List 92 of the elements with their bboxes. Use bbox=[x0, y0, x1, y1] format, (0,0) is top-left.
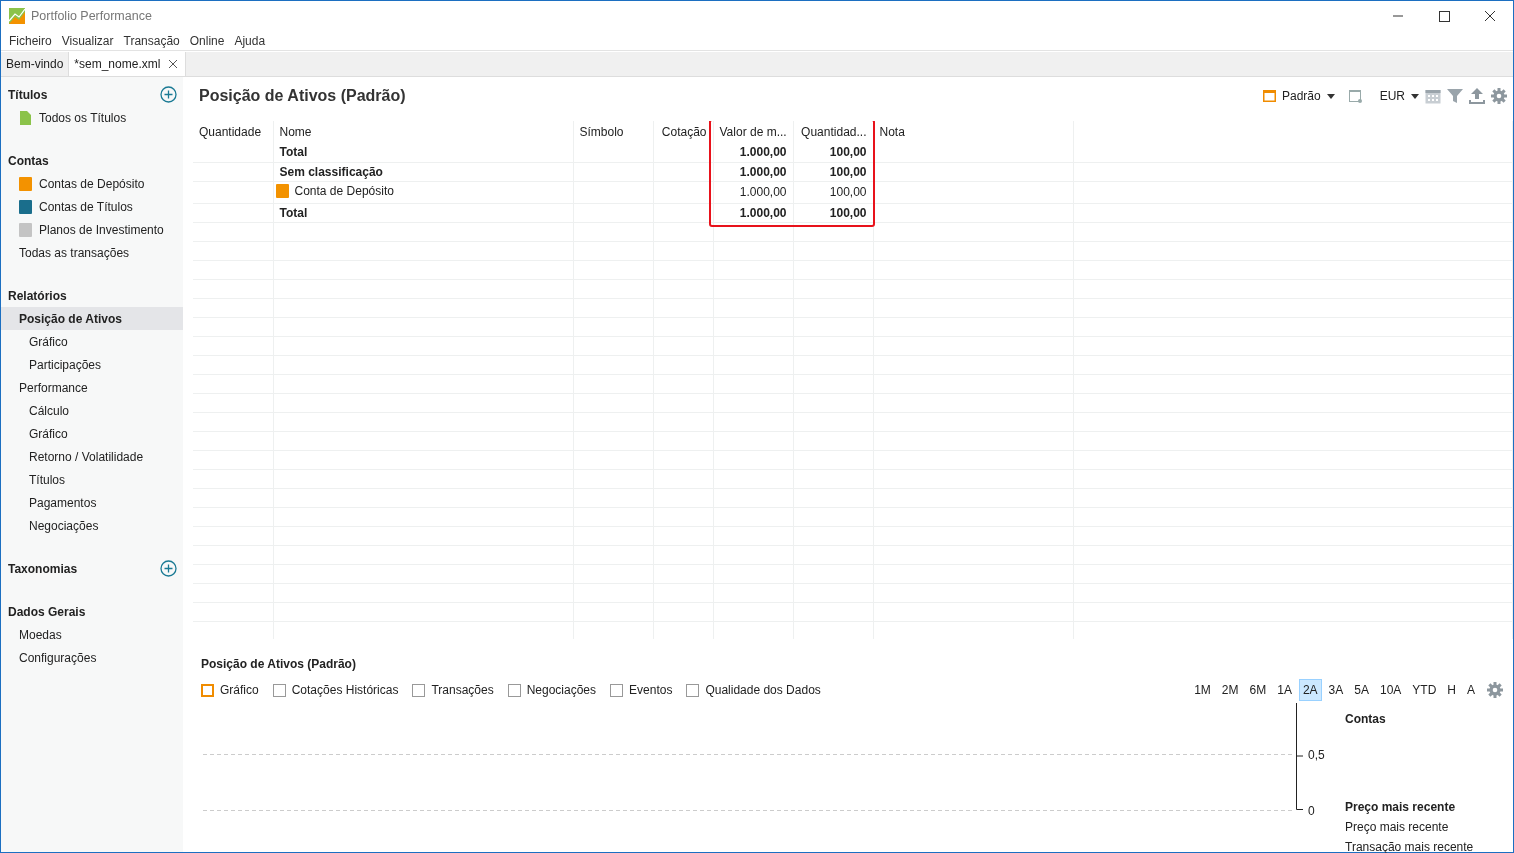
add-icon[interactable] bbox=[160, 560, 177, 577]
legend-label: Preço mais recente bbox=[1345, 799, 1457, 816]
document-icon bbox=[19, 110, 32, 125]
sidebar-item[interactable]: Posição de Ativos bbox=[1, 307, 183, 330]
column-header[interactable]: Cotação bbox=[653, 121, 713, 143]
currency-dropdown[interactable]: EUR bbox=[1379, 87, 1419, 105]
period-button[interactable]: 3A bbox=[1324, 679, 1348, 701]
sidebar-item[interactable]: Participações bbox=[1, 353, 183, 376]
period-button[interactable]: 2A bbox=[1298, 679, 1322, 701]
column-header[interactable]: Nota bbox=[873, 121, 1073, 143]
menu-item[interactable]: Ficheiro bbox=[4, 31, 57, 50]
sidebar-item[interactable]: Negociações bbox=[1, 514, 183, 537]
period-button[interactable]: 6M bbox=[1245, 679, 1271, 701]
section-heading: Dados Gerais bbox=[8, 603, 86, 621]
settings-icon[interactable] bbox=[1487, 682, 1503, 698]
view-tab[interactable]: Eventos bbox=[610, 681, 673, 699]
section-heading: Contas bbox=[8, 152, 49, 170]
account-icon bbox=[19, 199, 32, 214]
table-cell: 1.000,00 bbox=[713, 143, 793, 162]
column-header[interactable]: Símbolo bbox=[573, 121, 653, 143]
period-button[interactable]: H bbox=[1443, 679, 1460, 701]
menu-item[interactable]: Visualizar bbox=[56, 31, 119, 50]
account-icon bbox=[19, 176, 32, 191]
sidebar-item[interactable]: Performance bbox=[1, 376, 183, 399]
period-button[interactable]: YTD bbox=[1408, 679, 1441, 701]
sidebar-item[interactable]: Configurações bbox=[1, 646, 183, 669]
account-icon bbox=[19, 222, 32, 237]
column-header[interactable]: Quantidad... bbox=[793, 121, 873, 143]
sidebar-item[interactable]: Contas de Títulos bbox=[1, 195, 183, 218]
sidebar-item[interactable]: Retorno / Volatilidade bbox=[1, 445, 183, 468]
sidebar-item[interactable]: Moedas bbox=[1, 623, 183, 646]
period-button[interactable]: 5A bbox=[1350, 679, 1373, 701]
sidebar-item[interactable]: Gráfico bbox=[1, 330, 183, 353]
panel-title: Posição de Ativos (Padrão) bbox=[201, 656, 357, 673]
window-icon bbox=[1262, 90, 1276, 102]
view-tab[interactable]: Transações bbox=[412, 681, 494, 699]
view-tab[interactable]: Qualidade dos Dados bbox=[686, 681, 821, 699]
new-window-icon[interactable] bbox=[1348, 89, 1362, 103]
table-cell: Sem classificação bbox=[273, 162, 573, 181]
sidebar-item[interactable]: Todas as transações bbox=[1, 241, 183, 264]
table-cell: 1.000,00 bbox=[713, 181, 793, 203]
sidebar-item[interactable]: Planos de Investimento bbox=[1, 218, 183, 241]
settings-icon[interactable] bbox=[1491, 88, 1507, 104]
menu-item[interactable]: Ajuda bbox=[229, 31, 271, 50]
period-button[interactable]: A bbox=[1463, 679, 1479, 701]
document-tab[interactable]: *sem_nome.xml bbox=[69, 52, 187, 76]
caret-icon bbox=[1326, 93, 1335, 99]
legend-label: Contas bbox=[1345, 711, 1387, 728]
section-heading: Taxonomias bbox=[8, 560, 78, 578]
legend-label: Preço mais recente bbox=[1345, 819, 1450, 836]
period-button[interactable]: 2M bbox=[1217, 679, 1243, 701]
app-logo-icon bbox=[9, 8, 25, 24]
period-button[interactable]: 1A bbox=[1273, 679, 1296, 701]
table-cell: 1.000,00 bbox=[713, 203, 793, 222]
table-cell: 100,00 bbox=[793, 162, 873, 181]
table-cell: Total bbox=[273, 203, 573, 222]
calendar-icon[interactable] bbox=[1425, 88, 1441, 104]
column-header[interactable]: Valor de m... bbox=[713, 121, 793, 143]
axis-label: 0 bbox=[1308, 803, 1315, 820]
table-cell: Total bbox=[273, 143, 573, 162]
axis-label: 0,5 bbox=[1308, 747, 1325, 764]
view-tab[interactable]: Cotações Históricas bbox=[272, 681, 399, 699]
account-icon bbox=[275, 183, 289, 198]
view-dropdown[interactable]: Padrão bbox=[1262, 87, 1335, 105]
export-icon[interactable] bbox=[1469, 88, 1485, 104]
table-cell: 100,00 bbox=[793, 203, 873, 222]
table-cell: 1.000,00 bbox=[713, 162, 793, 181]
filter-icon[interactable] bbox=[1447, 88, 1463, 104]
add-icon[interactable] bbox=[160, 86, 177, 103]
menu-item[interactable]: Online bbox=[184, 31, 230, 50]
sidebar-item[interactable]: Pagamentos bbox=[1, 491, 183, 514]
sidebar-item[interactable]: Contas de Depósito bbox=[1, 172, 183, 195]
table-cell-text: Conta de Depósito bbox=[294, 182, 394, 200]
sidebar-item[interactable]: Títulos bbox=[1, 468, 183, 491]
section-heading: Relatórios bbox=[8, 287, 67, 305]
menu-item[interactable]: Transação bbox=[118, 31, 185, 50]
view-tab[interactable]: Gráfico bbox=[201, 681, 259, 699]
caret-icon bbox=[1411, 93, 1419, 99]
legend-label: Transação mais recente bbox=[1345, 839, 1475, 853]
period-button[interactable]: 1M bbox=[1190, 679, 1215, 701]
period-button[interactable]: 10A bbox=[1375, 679, 1406, 701]
sidebar-item[interactable]: Gráfico bbox=[1, 422, 183, 445]
table-cell: 100,00 bbox=[793, 181, 873, 203]
section-heading: Títulos bbox=[8, 86, 48, 104]
column-header[interactable]: Nome bbox=[273, 121, 573, 143]
column-header[interactable]: Quantidade bbox=[193, 121, 273, 143]
table-cell: 100,00 bbox=[793, 143, 873, 162]
page-title: Posição de Ativos (Padrão) bbox=[198, 86, 407, 106]
sidebar-item[interactable]: Cálculo bbox=[1, 399, 183, 422]
window-title: Portfolio Performance bbox=[31, 7, 152, 25]
sidebar-item[interactable]: Todos os Títulos bbox=[1, 106, 183, 129]
view-tab[interactable]: Negociações bbox=[507, 681, 597, 699]
